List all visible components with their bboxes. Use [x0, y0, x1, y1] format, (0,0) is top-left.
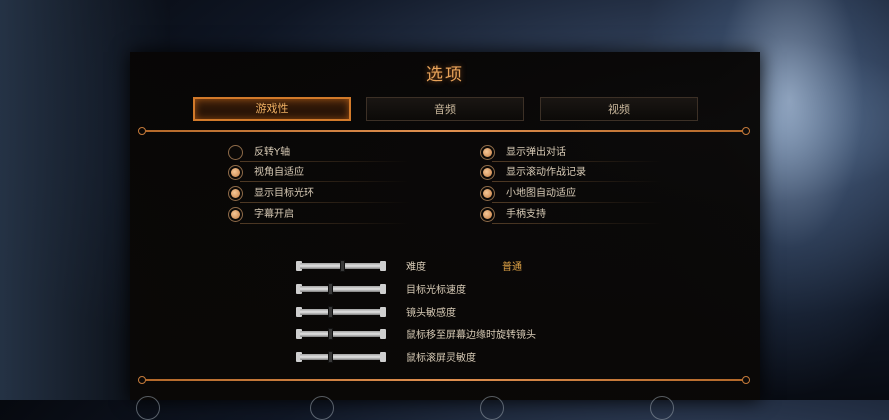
- slider-knob[interactable]: [328, 328, 333, 340]
- radio-button[interactable]: [228, 145, 243, 160]
- bottom-divider: [138, 376, 750, 384]
- slider-knob[interactable]: [340, 260, 345, 272]
- page-title: 选项: [426, 65, 464, 85]
- tab-gameplay[interactable]: 游戏性: [193, 97, 351, 121]
- difficulty-slider[interactable]: [296, 260, 386, 272]
- option-label: 字幕开启: [254, 209, 294, 220]
- option-label: 显示目标光环: [254, 188, 314, 199]
- option-label: 显示滚动作战记录: [506, 167, 586, 178]
- slider-label: 鼠标滚屏灵敏度: [406, 353, 476, 364]
- edge-rotate-slider[interactable]: [296, 328, 386, 340]
- radio-button[interactable]: [228, 207, 243, 222]
- tab-audio[interactable]: 音频: [366, 97, 524, 121]
- option-label: 显示弹出对话: [506, 147, 566, 158]
- radio-button[interactable]: [228, 186, 243, 201]
- radio-button[interactable]: [480, 145, 495, 160]
- option-label: 小地图自动适应: [506, 188, 576, 199]
- tab-video[interactable]: 视频: [540, 97, 698, 121]
- slider-label: 镜头敏感度: [406, 308, 456, 319]
- slider-knob[interactable]: [328, 306, 333, 318]
- slider-label: 鼠标移至屏幕边缘时旋转镜头: [406, 330, 536, 341]
- slider-knob[interactable]: [328, 283, 333, 295]
- option-label: 反转Y轴: [254, 147, 291, 158]
- option-label: 视角自适应: [254, 167, 304, 178]
- top-divider: [138, 127, 750, 135]
- slider-value: 普通: [502, 262, 522, 273]
- radio-button[interactable]: [480, 165, 495, 180]
- radio-button[interactable]: [480, 186, 495, 201]
- camera-sensitivity-slider[interactable]: [296, 306, 386, 318]
- slider-knob[interactable]: [328, 351, 333, 363]
- slider-label: 难度: [406, 262, 426, 273]
- cursor-speed-slider[interactable]: [296, 283, 386, 295]
- slider-label: 目标光标速度: [406, 285, 466, 296]
- radio-button[interactable]: [228, 165, 243, 180]
- option-label: 手柄支持: [506, 209, 546, 220]
- scroll-sensitivity-slider[interactable]: [296, 351, 386, 363]
- radio-button[interactable]: [480, 207, 495, 222]
